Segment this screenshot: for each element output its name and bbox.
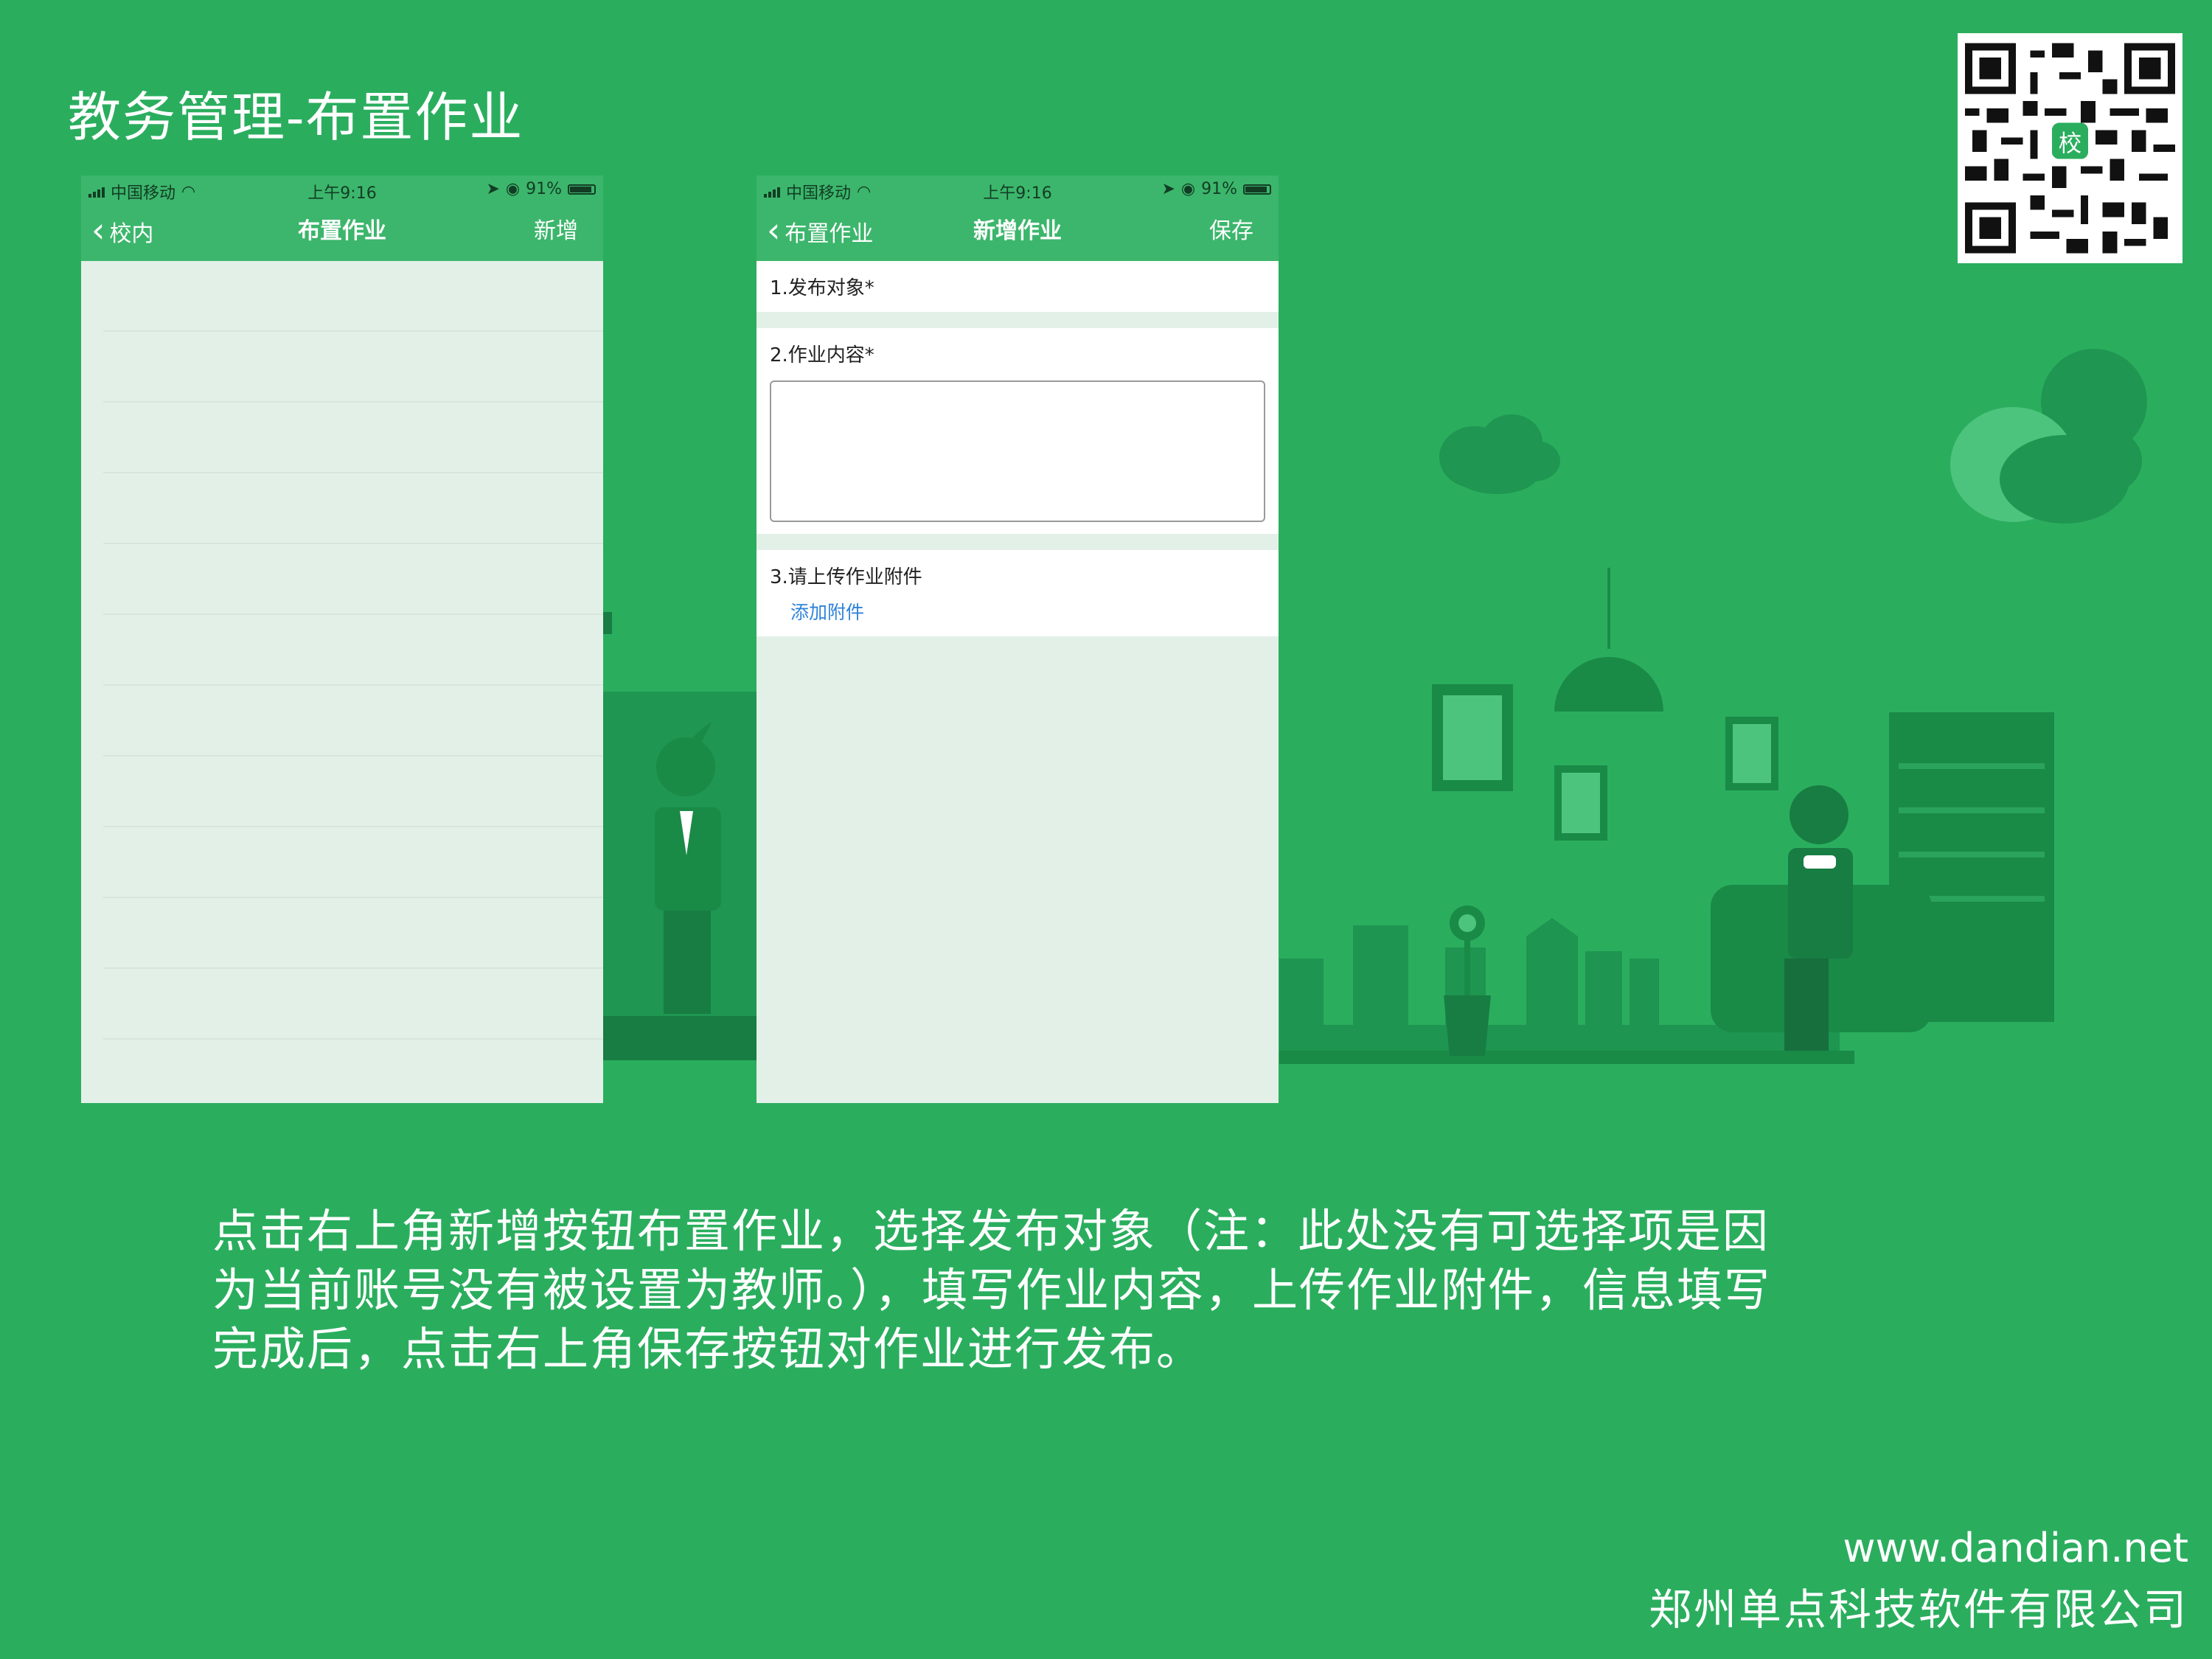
list-item [103, 827, 603, 898]
location-icon: ➤ [1161, 180, 1175, 198]
footer-company: 郑州单点科技软件有限公司 [1648, 1585, 2188, 1635]
list-item [103, 544, 603, 615]
list-item [103, 332, 603, 403]
add-button[interactable]: 新增 [534, 202, 578, 261]
qr-badge: 校 [2059, 131, 2081, 157]
alarm-icon: ◉ [1180, 180, 1196, 198]
qr-code-icon: 校 [1965, 43, 2175, 254]
list-item [103, 1040, 603, 1103]
sun-cloud-icon [1950, 349, 2147, 524]
list-item [103, 757, 603, 827]
slide-title: 教务管理-布置作业 [68, 86, 524, 148]
nav-title: 新增作业 [973, 218, 1062, 244]
content-label: 2.作业内容* [770, 344, 874, 366]
list-item [103, 473, 603, 544]
battery-percent: 91% [526, 180, 562, 198]
homework-form: 1.发布对象* 2.作业内容* 3.请上传作业附件 添加附件 [757, 261, 1279, 636]
instruction-text: 点击右上角新增按钮布置作业，选择发布对象（注：此处没有可选择项是因为当前账号没有… [212, 1204, 1772, 1376]
phone-screenshot-new-homework: 中国移动 ◠ 上午9:16 ➤ ◉ 91% ‹ 布置作业 新增作业 保存 1.发… [757, 175, 1279, 1103]
list-item [103, 686, 603, 757]
attachment-section: 3.请上传作业附件 添加附件 [757, 550, 1279, 636]
list-item [103, 261, 603, 332]
nav-title: 布置作业 [298, 218, 386, 244]
status-bar: 中国移动 ◠ 上午9:16 ➤ ◉ 91% [81, 175, 603, 203]
battery-percent: 91% [1201, 180, 1237, 198]
save-button[interactable]: 保存 [1209, 202, 1253, 261]
content-section: 2.作业内容* [757, 328, 1279, 534]
add-attachment-link[interactable]: 添加附件 [790, 598, 1265, 625]
content-textarea[interactable] [770, 380, 1265, 522]
list-item [103, 898, 603, 969]
target-section[interactable]: 1.发布对象* [757, 261, 1279, 312]
battery-icon [1243, 184, 1271, 195]
battery-icon [568, 184, 596, 195]
alarm-icon: ◉ [505, 180, 521, 198]
phone-screenshot-homework-list: 中国移动 ◠ 上午9:16 ➤ ◉ 91% ‹ 校内 布置作业 新增 [81, 175, 603, 1103]
cloud-icon [1439, 414, 1560, 494]
qr-code: 校 [1958, 33, 2183, 263]
target-label: 1.发布对象* [770, 277, 874, 299]
nav-bar: ‹ 布置作业 新增作业 保存 [757, 202, 1279, 261]
nav-bar: ‹ 校内 布置作业 新增 [81, 202, 603, 261]
footer-url: www.dandian.net [1843, 1525, 2188, 1571]
location-icon: ➤ [486, 180, 500, 198]
list-item [103, 403, 603, 473]
homework-list [81, 261, 603, 1103]
list-item [103, 969, 603, 1040]
status-bar: 中国移动 ◠ 上午9:16 ➤ ◉ 91% [757, 175, 1279, 203]
attachment-label: 3.请上传作业附件 [770, 566, 922, 588]
list-item [103, 615, 603, 686]
